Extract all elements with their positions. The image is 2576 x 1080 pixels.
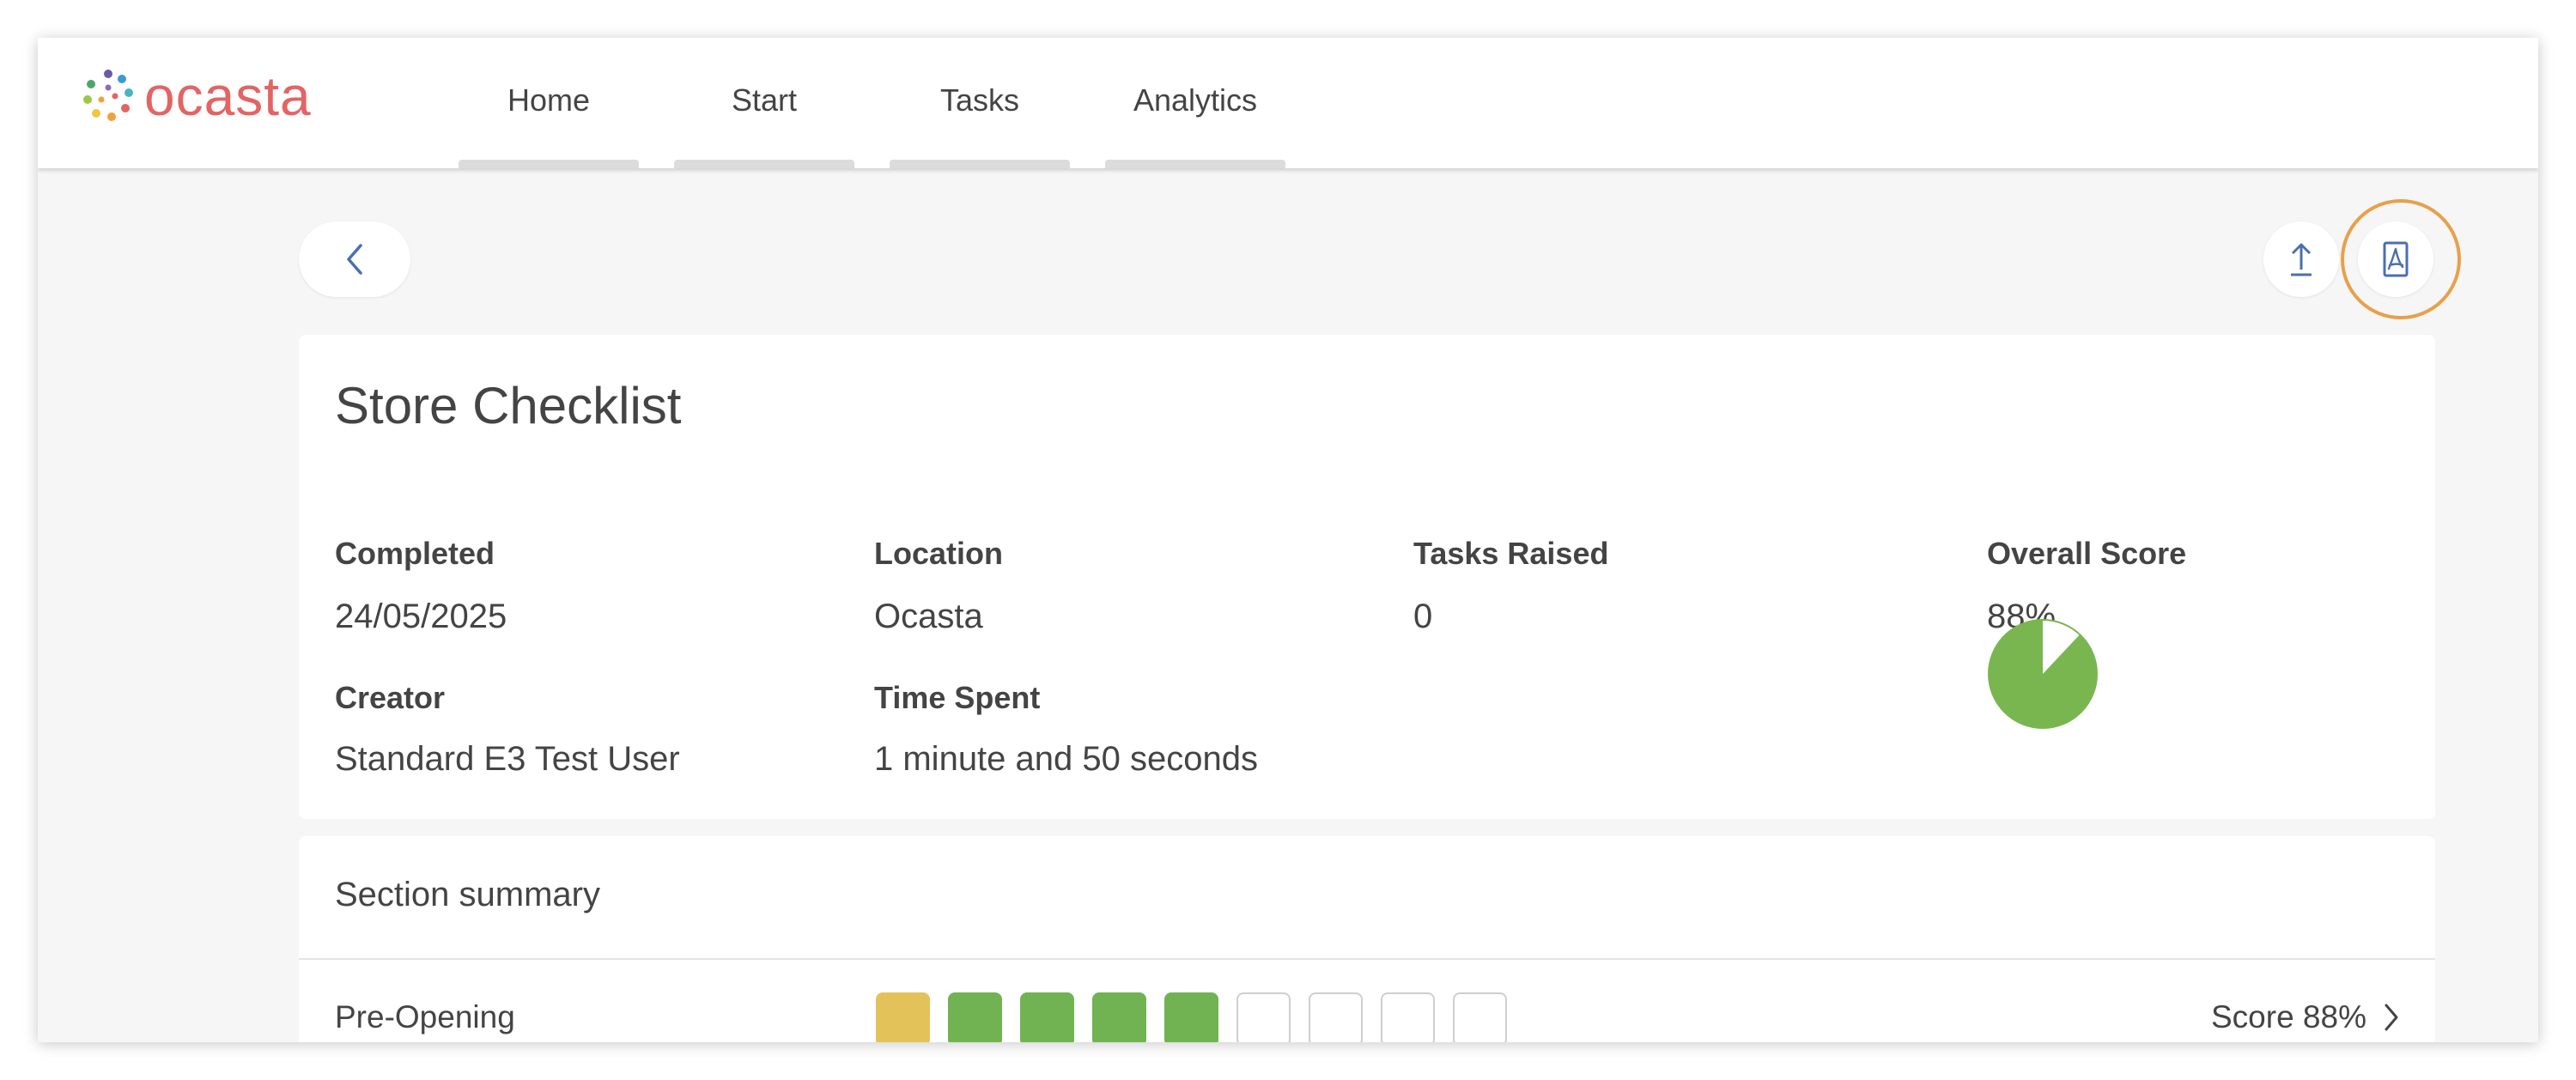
nav-start-underline	[674, 160, 854, 168]
nav-start[interactable]: Start	[674, 38, 854, 168]
chevron-right-icon	[2385, 1004, 2398, 1031]
page-title: Store Checklist	[335, 377, 682, 434]
nav-analytics[interactable]: Analytics	[1105, 38, 1285, 168]
ocasta-logo-icon	[83, 70, 133, 121]
progress-square-green	[1164, 992, 1218, 1042]
progress-square-green	[1020, 992, 1074, 1042]
completed-label: Completed	[335, 536, 495, 571]
section-row-score: Score 88%	[2211, 999, 2366, 1034]
completed-value: 24/05/2025	[335, 598, 507, 635]
time-spent-label: Time Spent	[874, 680, 1041, 715]
main-nav: Home Start Tasks Analytics	[459, 38, 1321, 168]
nav-tasks-label: Tasks	[939, 82, 1020, 118]
pdf-icon	[2383, 241, 2409, 277]
nav-start-label: Start	[731, 82, 798, 118]
ocasta-logo[interactable]: ocasta	[77, 65, 312, 127]
section-summary-card: Section summary Pre-Opening Score 88%	[299, 836, 2435, 1042]
nav-home-underline	[459, 160, 639, 168]
overall-score-pie-chart	[1988, 619, 2098, 729]
section-progress-squares	[876, 992, 1525, 1042]
location-value: Ocasta	[874, 598, 983, 635]
nav-home[interactable]: Home	[459, 38, 639, 168]
section-divider	[299, 958, 2435, 960]
chevron-left-icon	[347, 244, 362, 275]
score-pie-filled-slice	[1989, 620, 2097, 728]
progress-square-yellow	[876, 992, 930, 1042]
progress-square-empty	[1381, 992, 1435, 1042]
section-row-score-link[interactable]: Score 88%	[2211, 999, 2401, 1035]
nav-home-label: Home	[507, 82, 591, 118]
app-window: ocasta Home Start Tasks Analytics Store …	[38, 38, 2538, 1042]
nav-tasks-underline	[890, 160, 1070, 168]
nav-tasks[interactable]: Tasks	[890, 38, 1070, 168]
checklist-summary-card: Store Checklist Completed 24/05/2025 Loc…	[299, 335, 2435, 819]
location-label: Location	[874, 536, 1003, 571]
creator-label: Creator	[335, 680, 446, 715]
progress-square-green	[1092, 992, 1146, 1042]
tasks-raised-label: Tasks Raised	[1413, 536, 1609, 571]
upload-icon	[2291, 243, 2312, 276]
back-button[interactable]	[299, 221, 410, 297]
nav-analytics-underline	[1105, 160, 1285, 168]
section-summary-title: Section summary	[335, 876, 600, 913]
creator-value: Standard E3 Test User	[335, 740, 680, 778]
top-header: ocasta Home Start Tasks Analytics	[38, 38, 2538, 168]
section-row-label: Pre-Opening	[335, 999, 515, 1034]
upload-button[interactable]	[2263, 221, 2339, 297]
nav-analytics-label: Analytics	[1133, 82, 1258, 118]
progress-square-empty	[1236, 992, 1291, 1042]
time-spent-value: 1 minute and 50 seconds	[874, 740, 1258, 778]
overall-score-label: Overall Score	[1987, 536, 2187, 571]
progress-square-empty	[1309, 992, 1363, 1042]
pdf-export-button[interactable]	[2358, 221, 2433, 297]
brand-name: ocasta	[144, 65, 312, 127]
progress-square-empty	[1453, 992, 1507, 1042]
tasks-raised-value: 0	[1413, 598, 1433, 635]
progress-square-green	[948, 992, 1002, 1042]
